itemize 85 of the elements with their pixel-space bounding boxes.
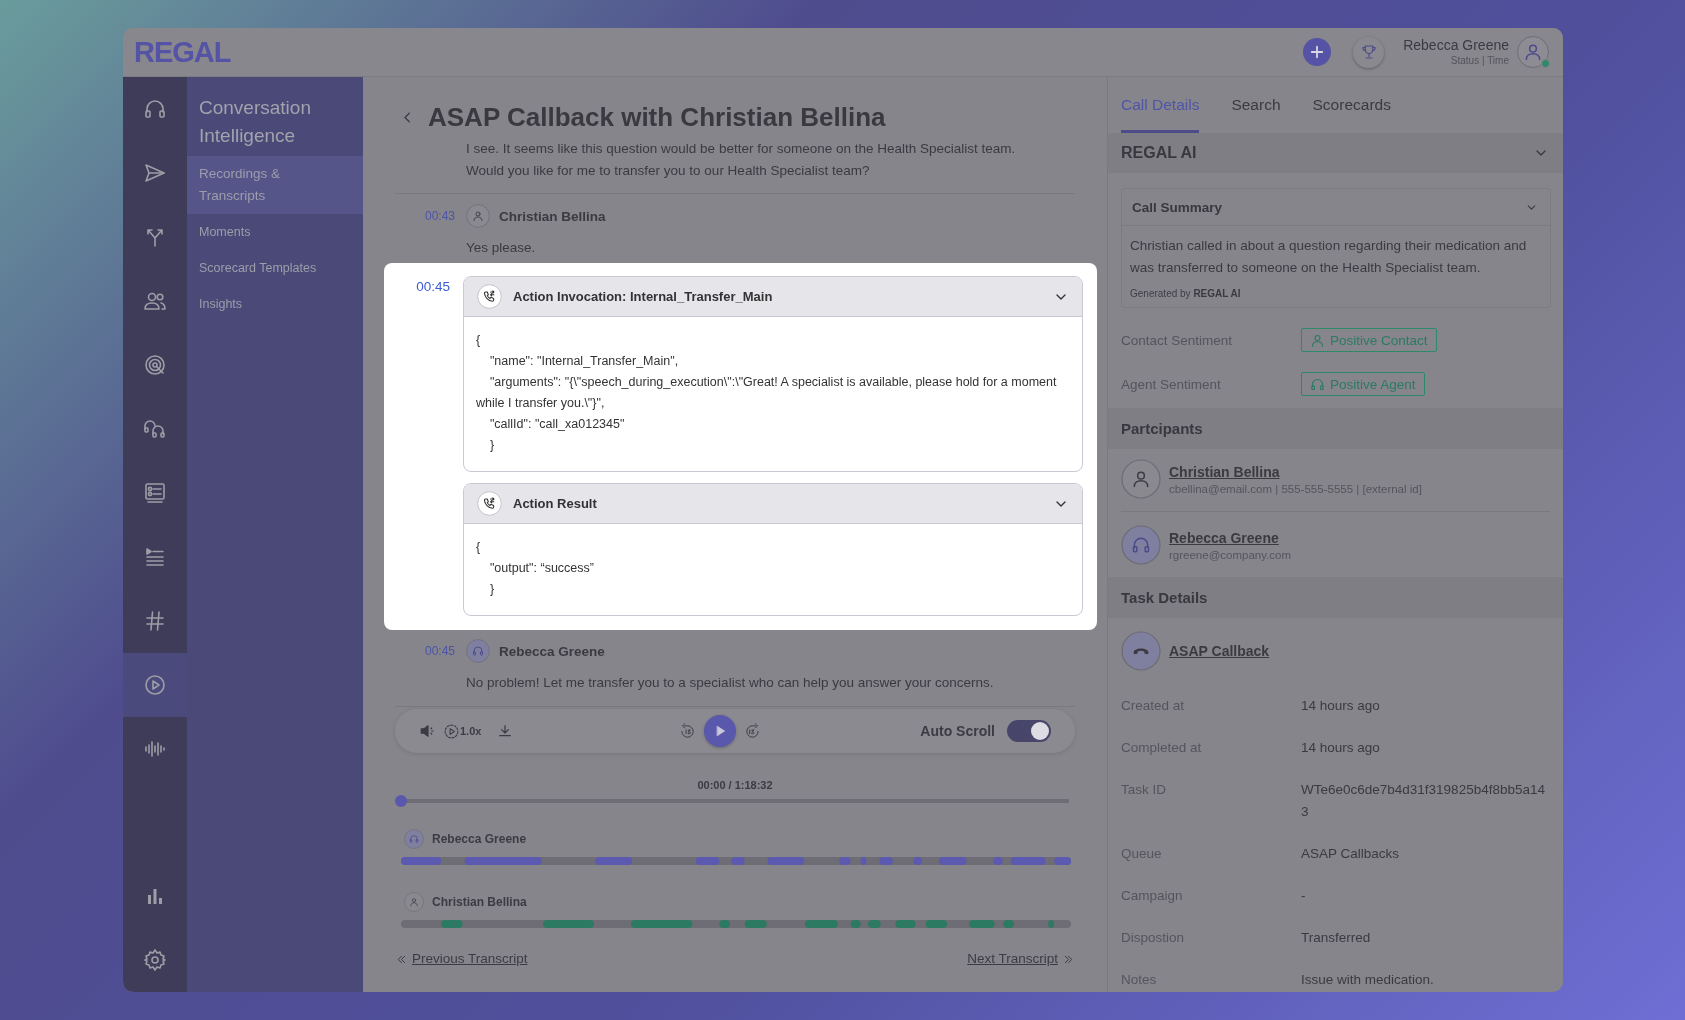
headset-icon	[143, 97, 167, 121]
rail-button[interactable]	[123, 653, 187, 717]
section-header: Task Details	[1108, 577, 1563, 618]
phone-transfer-icon	[477, 491, 502, 516]
timestamp[interactable]: 00:43	[395, 209, 455, 223]
section-header[interactable]: REGAL AI	[1108, 133, 1563, 173]
auto-scroll-toggle[interactable]	[1007, 720, 1051, 742]
hash-icon	[143, 609, 167, 633]
trophy-icon	[1359, 43, 1378, 61]
field-value: WTe6e0c6de7b4d31f319825b4f8bb5a143	[1301, 781, 1546, 821]
nav-item[interactable]: Moments	[187, 214, 363, 250]
phone-transfer-icon	[477, 284, 502, 309]
person-avatar-icon	[404, 892, 424, 912]
person-icon	[1310, 332, 1325, 348]
code-text: { "name": "Internal_Transfer_Main", "arguments": "{\"speech_during_execution\":\"Great! A specialist is available, please hold for a moment while I transfer you.\"}", "callId": "call_xa012345" }	[475, 332, 1058, 454]
page-title: ASAP Callback with Christian Bellina	[428, 101, 886, 133]
summary-text: Christian called in about a question regarding their medication and was transferred to someone on the Health Specialist team.	[1130, 237, 1528, 277]
toggle-label: Auto Scroll	[920, 723, 995, 739]
headset-avatar-icon	[1121, 525, 1161, 565]
speed-button[interactable]: 1.0x	[443, 722, 482, 740]
message-text: Would you like for me to transfer you to our Health Specialist team?	[466, 162, 871, 180]
sentiment-value: Positive Agent	[1330, 376, 1416, 392]
headset-avatar-icon	[404, 829, 424, 849]
message-text: I see. It seems like this question would be better for someone on the Health Specialist team.	[466, 140, 1017, 158]
field-value: Transferred	[1301, 929, 1372, 947]
message-text: Yes please.	[466, 239, 537, 257]
field-value: 14 hours ago	[1301, 739, 1381, 757]
code-text: { "output": “success” }	[475, 539, 595, 598]
timestamp[interactable]: 00:45	[395, 279, 450, 294]
timestamp[interactable]: 00:45	[395, 644, 455, 658]
headset-icon	[1310, 376, 1325, 392]
volume-button[interactable]	[419, 722, 437, 740]
summary-header[interactable]: Call Summary	[1122, 189, 1550, 226]
rewind-button[interactable]	[679, 722, 696, 740]
field-value: ASAP Callbacks	[1301, 845, 1401, 863]
form-icon	[143, 481, 167, 505]
settings-icon	[143, 948, 167, 972]
field-value: Issue with medication.	[1301, 971, 1435, 989]
speaker-name: Christian Bellina	[432, 895, 527, 909]
play-circle-icon	[443, 722, 460, 740]
playback-time: 00:00 / 1:18:32	[697, 778, 773, 793]
section-title: Conversation Intelligence	[198, 96, 312, 148]
message-text: No problem! Let me transfer you to a specialist who can help you answer your concerns.	[466, 674, 995, 692]
participant-link[interactable]: Rebecca Greene	[1169, 529, 1292, 546]
nav-item[interactable]: Recordings & Transcripts	[187, 156, 363, 214]
forward-icon	[744, 722, 761, 740]
rewind-icon	[679, 722, 696, 740]
action-panel-header[interactable]: Action Result	[464, 484, 1082, 524]
previous-link[interactable]: Previous Transcript	[395, 950, 528, 968]
user-name: Rebecca Greene	[1403, 36, 1509, 54]
person-avatar-icon	[466, 204, 490, 228]
download-icon	[497, 723, 514, 739]
speaker-name: Rebecca Greene	[432, 832, 527, 846]
headset-avatar-icon	[466, 639, 490, 663]
trophy-button[interactable]	[1353, 36, 1385, 68]
target-icon	[143, 353, 167, 377]
headsets-icon	[143, 417, 167, 441]
list-icon	[143, 545, 167, 569]
field-value: -	[1301, 887, 1307, 905]
nav-item[interactable]: Insights	[187, 286, 363, 322]
speaker-name: Christian Bellina	[499, 208, 607, 224]
nav-item[interactable]: Scorecard Templates	[187, 250, 363, 286]
play-icon	[143, 673, 167, 697]
task-link[interactable]: ASAP Callback	[1169, 643, 1270, 659]
speaker-icon	[419, 722, 437, 740]
user-avatar[interactable]	[1517, 36, 1549, 68]
person-avatar-icon	[1121, 459, 1161, 499]
person-icon	[1523, 42, 1543, 62]
credit-text: Generated by REGAL AI	[1130, 287, 1242, 301]
add-button[interactable]	[1303, 38, 1332, 66]
participant-link[interactable]: Christian Bellina	[1169, 463, 1422, 480]
speaker-name: Rebecca Greene	[499, 643, 606, 659]
play-button[interactable]	[704, 715, 736, 747]
tab[interactable]: Search	[1231, 80, 1281, 133]
phone-avatar-icon	[1121, 631, 1161, 671]
forward-button[interactable]	[744, 722, 761, 740]
next-link[interactable]: Next Transcript	[967, 950, 1075, 968]
tab[interactable]: Scorecards	[1312, 80, 1391, 133]
section-header: Partcipants	[1108, 408, 1563, 449]
download-button[interactable]	[497, 723, 514, 739]
sentiment-value: Positive Contact	[1330, 332, 1428, 348]
action-panel-header[interactable]: Action Invocation: Internal_Transfer_Main	[464, 277, 1082, 317]
seek-thumb[interactable]	[395, 795, 407, 807]
field-value: 14 hours ago	[1301, 697, 1381, 715]
send-icon	[143, 161, 167, 185]
